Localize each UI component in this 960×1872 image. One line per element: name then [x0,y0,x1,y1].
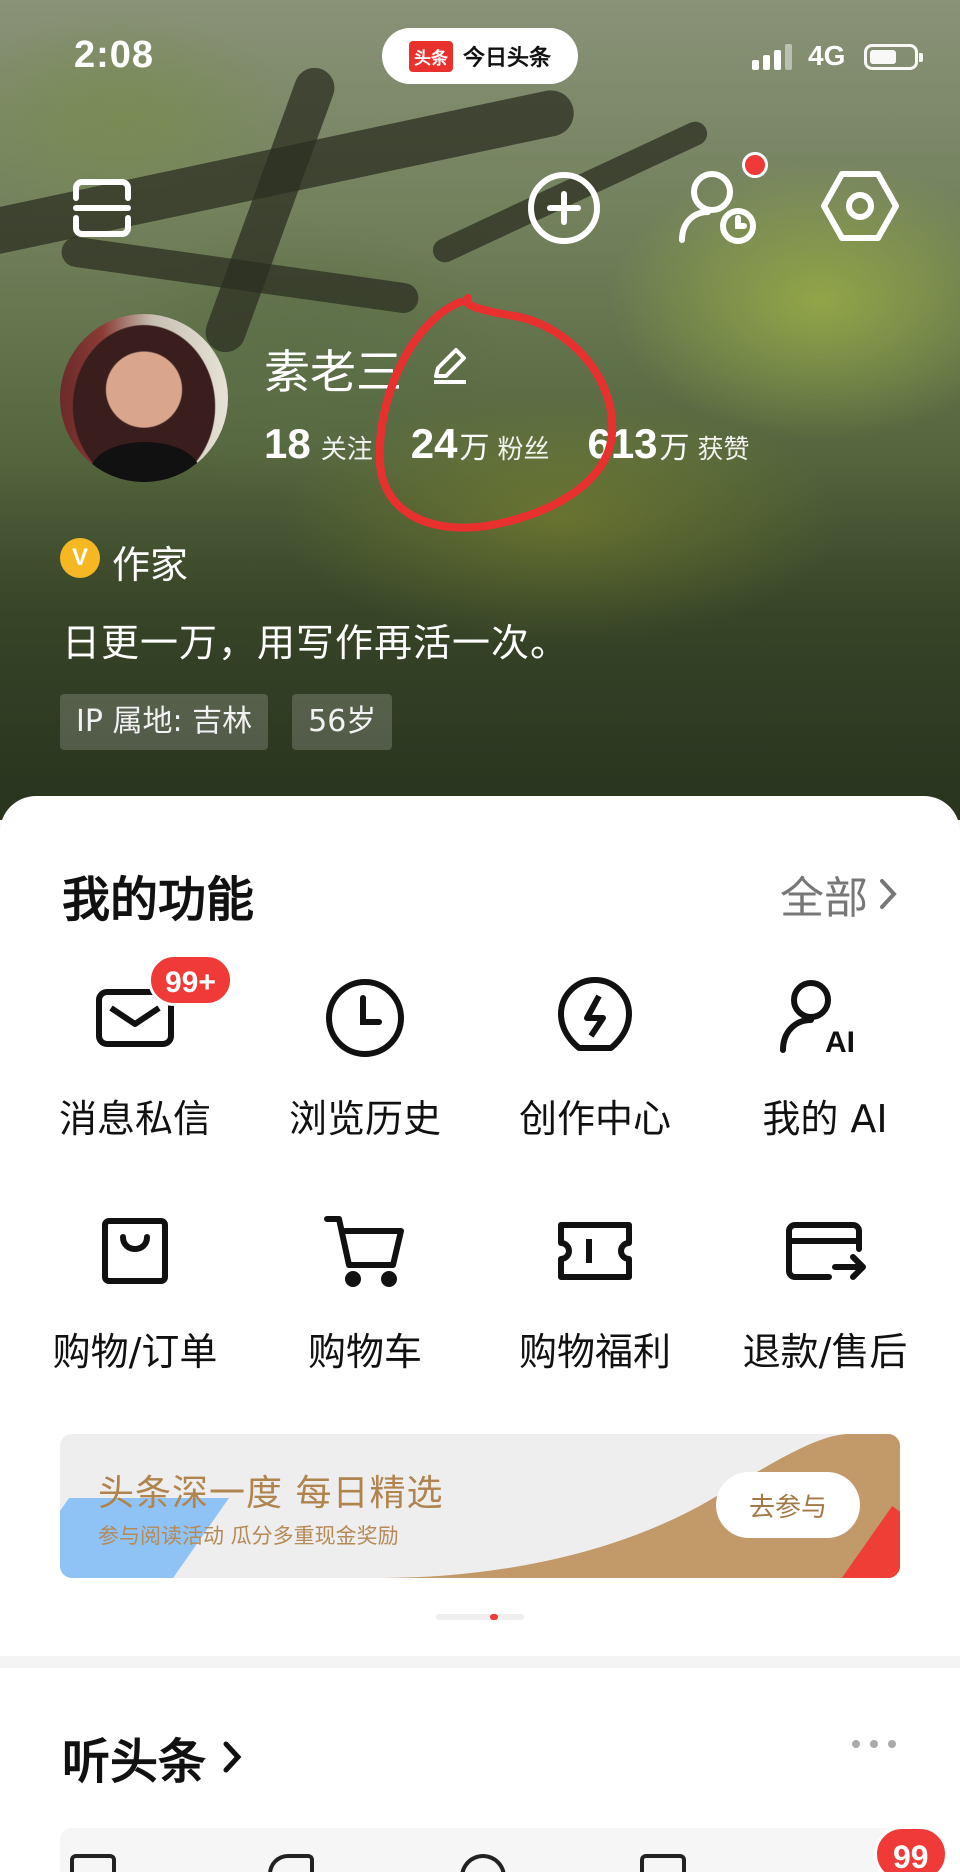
function-label: 购物福利 [518,1330,671,1374]
verified-badge-icon: V [60,538,100,578]
partial-icon [70,1854,116,1872]
function-label: 创作中心 [518,1097,671,1141]
section-title: 我的功能 [62,872,255,928]
chevron-right-icon [223,1741,242,1773]
ip-location-tag: IP 属地: 吉林 [60,694,269,750]
function-orders[interactable]: 购物/订单 [20,1203,250,1376]
profile-bio: 日更一万，用写作再活一次。 [62,621,570,665]
profile-header-background: 2:08 头条 今日头条 4G 素老三 18 关注 24 万 粉丝 613 万 … [0,0,960,820]
function-creator-center[interactable]: 创作中心 [480,970,710,1143]
join-button[interactable]: 去参与 [716,1472,860,1538]
unread-badge: 99+ [148,954,233,1006]
app-logo: 头条 [408,40,453,72]
add-icon[interactable] [526,170,602,246]
app-name: 今日头条 [462,46,551,71]
profile-tags: IP 属地: 吉林 56岁 [60,694,393,750]
signal-icon [752,44,792,70]
scan-icon[interactable] [70,176,134,240]
avatar[interactable] [60,314,228,482]
stat-label: 获赞 [697,435,750,465]
status-time: 2:08 [74,34,155,76]
function-my-ai[interactable]: AI 我的 AI [710,970,940,1143]
count-badge: 99 [874,1826,948,1872]
more-options-icon[interactable] [852,1740,896,1748]
svg-text:AI: AI [825,1026,855,1059]
stat-value: 18 [264,420,311,467]
network-type: 4G [808,40,846,71]
ticket-icon [547,1203,643,1299]
promo-banner[interactable]: 头条深一度 每日精选 参与阅读活动 瓜分多重现金奖励 去参与 [60,1434,900,1578]
function-label: 购物/订单 [52,1330,218,1374]
visitor-history-icon[interactable] [676,168,760,248]
function-messages[interactable]: 99+ 消息私信 [20,954,250,1143]
function-label: 购物车 [307,1330,422,1374]
banner-title: 头条深一度 每日精选 [98,1473,444,1514]
banner-subtitle: 参与阅读活动 瓜分多重现金奖励 [98,1524,399,1548]
function-label: 我的 AI [762,1097,888,1141]
app-indicator-pill[interactable]: 头条 今日头条 [382,28,578,84]
ai-user-icon: AI [777,970,873,1066]
settings-icon[interactable] [820,168,900,244]
stat-following[interactable]: 18 关注 [264,420,373,468]
function-label: 退款/售后 [742,1330,908,1374]
verified-title: 作家 [112,543,189,587]
clock-icon [317,970,413,1066]
function-label: 消息私信 [58,1097,211,1141]
shopping-bag-icon [87,1203,183,1299]
function-cart[interactable]: 购物车 [250,1203,480,1376]
refund-card-icon [777,1203,873,1299]
notification-dot [742,152,768,178]
section-title: 听头条 [62,1734,207,1790]
listen-title-link[interactable]: 听头条 [62,1722,242,1792]
function-shopping-perks[interactable]: 购物福利 [480,1203,710,1376]
function-refunds[interactable]: 退款/售后 [710,1203,940,1376]
chevron-right-icon [880,879,897,909]
lightning-bulb-icon [547,970,643,1066]
stat-label: 关注 [320,435,373,465]
functions-grid: 99+ 消息私信 浏览历史 创作中心 AI 我的 AI 购物/订单 购物车 购物… [20,954,940,1376]
function-history[interactable]: 浏览历史 [250,970,480,1143]
status-bar: 2:08 头条 今日头条 4G [0,0,960,110]
carousel-indicator [436,1614,524,1620]
view-all-link[interactable]: 全部 [780,862,898,926]
view-all-label: 全部 [780,873,868,924]
my-functions-card: 我的功能 全部 99+ 消息私信 浏览历史 创作中心 AI 我的 AI 购物/订… [0,796,960,1656]
battery-icon [864,44,923,70]
listen-section: 听头条 99 [0,1668,960,1872]
function-label: 浏览历史 [288,1097,441,1141]
partial-icon [640,1854,686,1872]
age-tag: 56岁 [292,694,393,750]
stat-unit: 万 [659,431,690,466]
red-circle-annotation [375,294,617,532]
cart-icon [317,1203,413,1299]
